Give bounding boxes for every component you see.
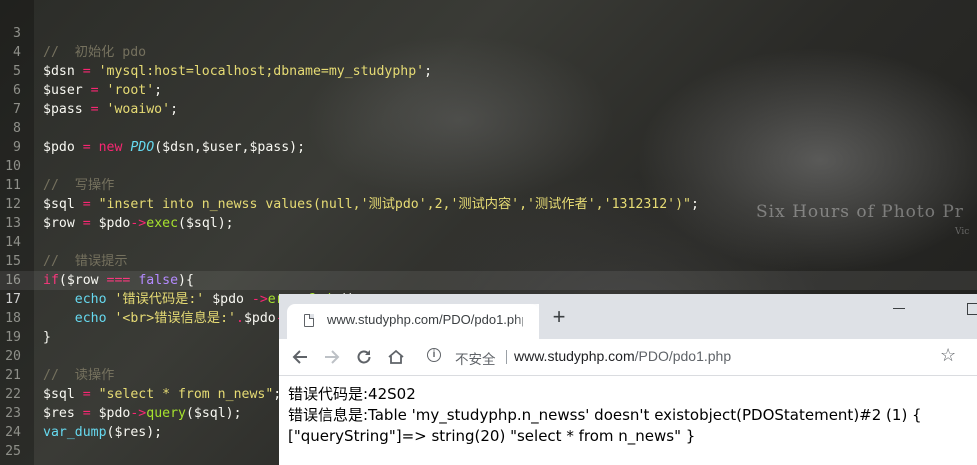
output-line: 错误代码是:42S02 (288, 385, 416, 403)
tab-title-fade (513, 304, 539, 339)
back-arrow-icon (292, 350, 307, 364)
new-tab-button[interactable]: + (549, 306, 569, 328)
address-bar[interactable]: i 不安全 www.studyphp.com/PDO/pdo1.php ☆ (421, 343, 969, 371)
output-line: ["queryString"]=> string(20) "select * f… (288, 427, 696, 445)
home-button[interactable] (384, 345, 408, 369)
tab-strip: www.studyphp.com/PDO/pdo1.php + (279, 294, 977, 339)
security-label: 不安全 (455, 352, 496, 367)
code-line[interactable]: 10 // 写操作 (0, 138, 977, 193)
code-line[interactable]: 4 $dsn = 'mysql:host=localhost;dbname=my… (0, 24, 977, 79)
code-line[interactable]: 16 echo '错误代码是:' $pdo ->errorCode(); (0, 252, 977, 307)
page-icon (304, 313, 315, 327)
code-line[interactable]: 15 if($row === false){ (0, 233, 977, 288)
bookmark-star-icon[interactable]: ☆ (940, 345, 956, 366)
code-line[interactable]: 6 $pass = 'woaiwo'; (0, 62, 977, 117)
info-icon[interactable]: i (427, 348, 441, 362)
reload-icon (357, 350, 371, 364)
back-button[interactable] (288, 345, 312, 369)
browser-window[interactable]: www.studyphp.com/PDO/pdo1.php + i 不安全 ww… (279, 294, 977, 465)
output-line: 错误信息是:Table 'my_studyphp.n_newss' doesn'… (288, 406, 922, 424)
forward-button[interactable] (320, 345, 344, 369)
tab-title: www.studyphp.com/PDO/pdo1.php (327, 312, 523, 327)
forward-arrow-icon (325, 350, 340, 364)
background-watermark-sub: Vic (955, 227, 970, 237)
code-line[interactable]: 7 (0, 81, 977, 117)
page-content: 错误代码是:42S02 错误信息是:Table 'my_studyphp.n_n… (288, 384, 977, 447)
code-line[interactable]: 11 $sql = "insert into n_newss values(nu… (0, 157, 977, 212)
background-watermark: Six Hours of Photo Pr (756, 202, 964, 222)
maximize-icon[interactable] (967, 303, 977, 315)
url-text[interactable]: www.studyphp.com/PDO/pdo1.php (514, 348, 731, 364)
code-line-active[interactable]: 17 echo '<br>错误信息是:'.$pdo->errorInfo()[2… (0, 271, 977, 326)
code-line[interactable]: 3 // 初始化 pdo (0, 5, 977, 60)
browser-tab[interactable]: www.studyphp.com/PDO/pdo1.php (287, 304, 539, 339)
divider (506, 350, 507, 364)
reload-button[interactable] (352, 345, 376, 369)
line-number: 25 (5, 444, 21, 459)
code-line[interactable]: 9 (0, 119, 977, 155)
code-line[interactable]: 5 $user = 'root'; (0, 43, 977, 98)
home-icon (388, 349, 404, 364)
minimize-icon[interactable] (893, 308, 905, 309)
browser-toolbar: i 不安全 www.studyphp.com/PDO/pdo1.php ☆ (279, 339, 977, 376)
code-line[interactable]: 12 $row = $pdo->exec($sql); (0, 176, 977, 231)
code-line[interactable]: 8 $pdo = new PDO($dsn,$user,$pass); (0, 100, 977, 155)
